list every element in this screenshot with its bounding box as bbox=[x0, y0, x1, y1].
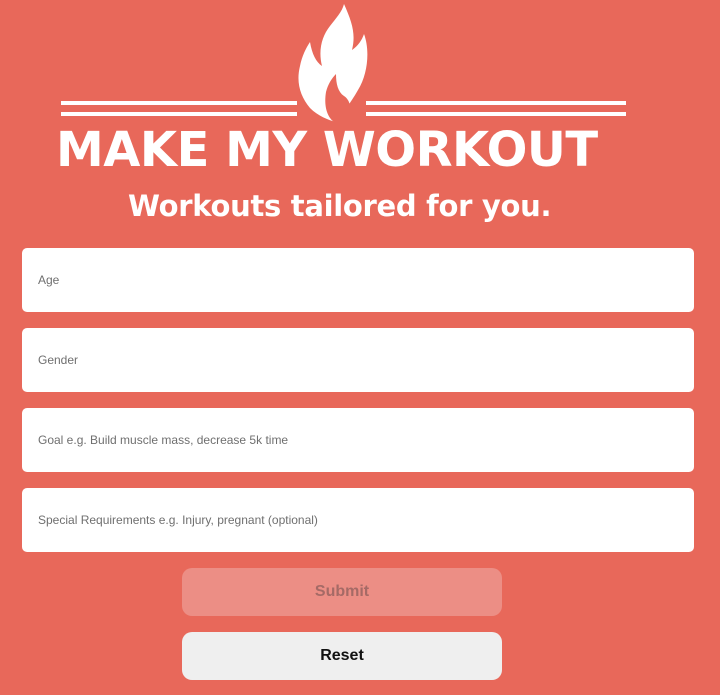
tagline: Workouts tailored for you. bbox=[128, 189, 552, 223]
submit-button[interactable]: Submit bbox=[182, 568, 502, 616]
goal-input[interactable] bbox=[22, 408, 694, 472]
special-requirements-input[interactable] bbox=[22, 488, 694, 552]
logo-rule bbox=[366, 112, 626, 116]
page: MAKE MY WORKOUT Workouts tailored for yo… bbox=[0, 0, 720, 695]
gender-field[interactable] bbox=[22, 328, 694, 392]
gender-input[interactable] bbox=[22, 328, 694, 392]
reset-button[interactable]: Reset bbox=[182, 632, 502, 680]
age-field[interactable] bbox=[22, 248, 694, 312]
logo-rule bbox=[366, 101, 626, 105]
logo-rule bbox=[61, 101, 297, 105]
logo: MAKE MY WORKOUT Workouts tailored for yo… bbox=[0, 0, 720, 240]
goal-field[interactable] bbox=[22, 408, 694, 472]
special-requirements-field[interactable] bbox=[22, 488, 694, 552]
logo-rule bbox=[61, 112, 297, 116]
logo-title: MAKE MY WORKOUT bbox=[56, 122, 598, 178]
flame-icon bbox=[298, 4, 368, 122]
age-input[interactable] bbox=[22, 248, 694, 312]
